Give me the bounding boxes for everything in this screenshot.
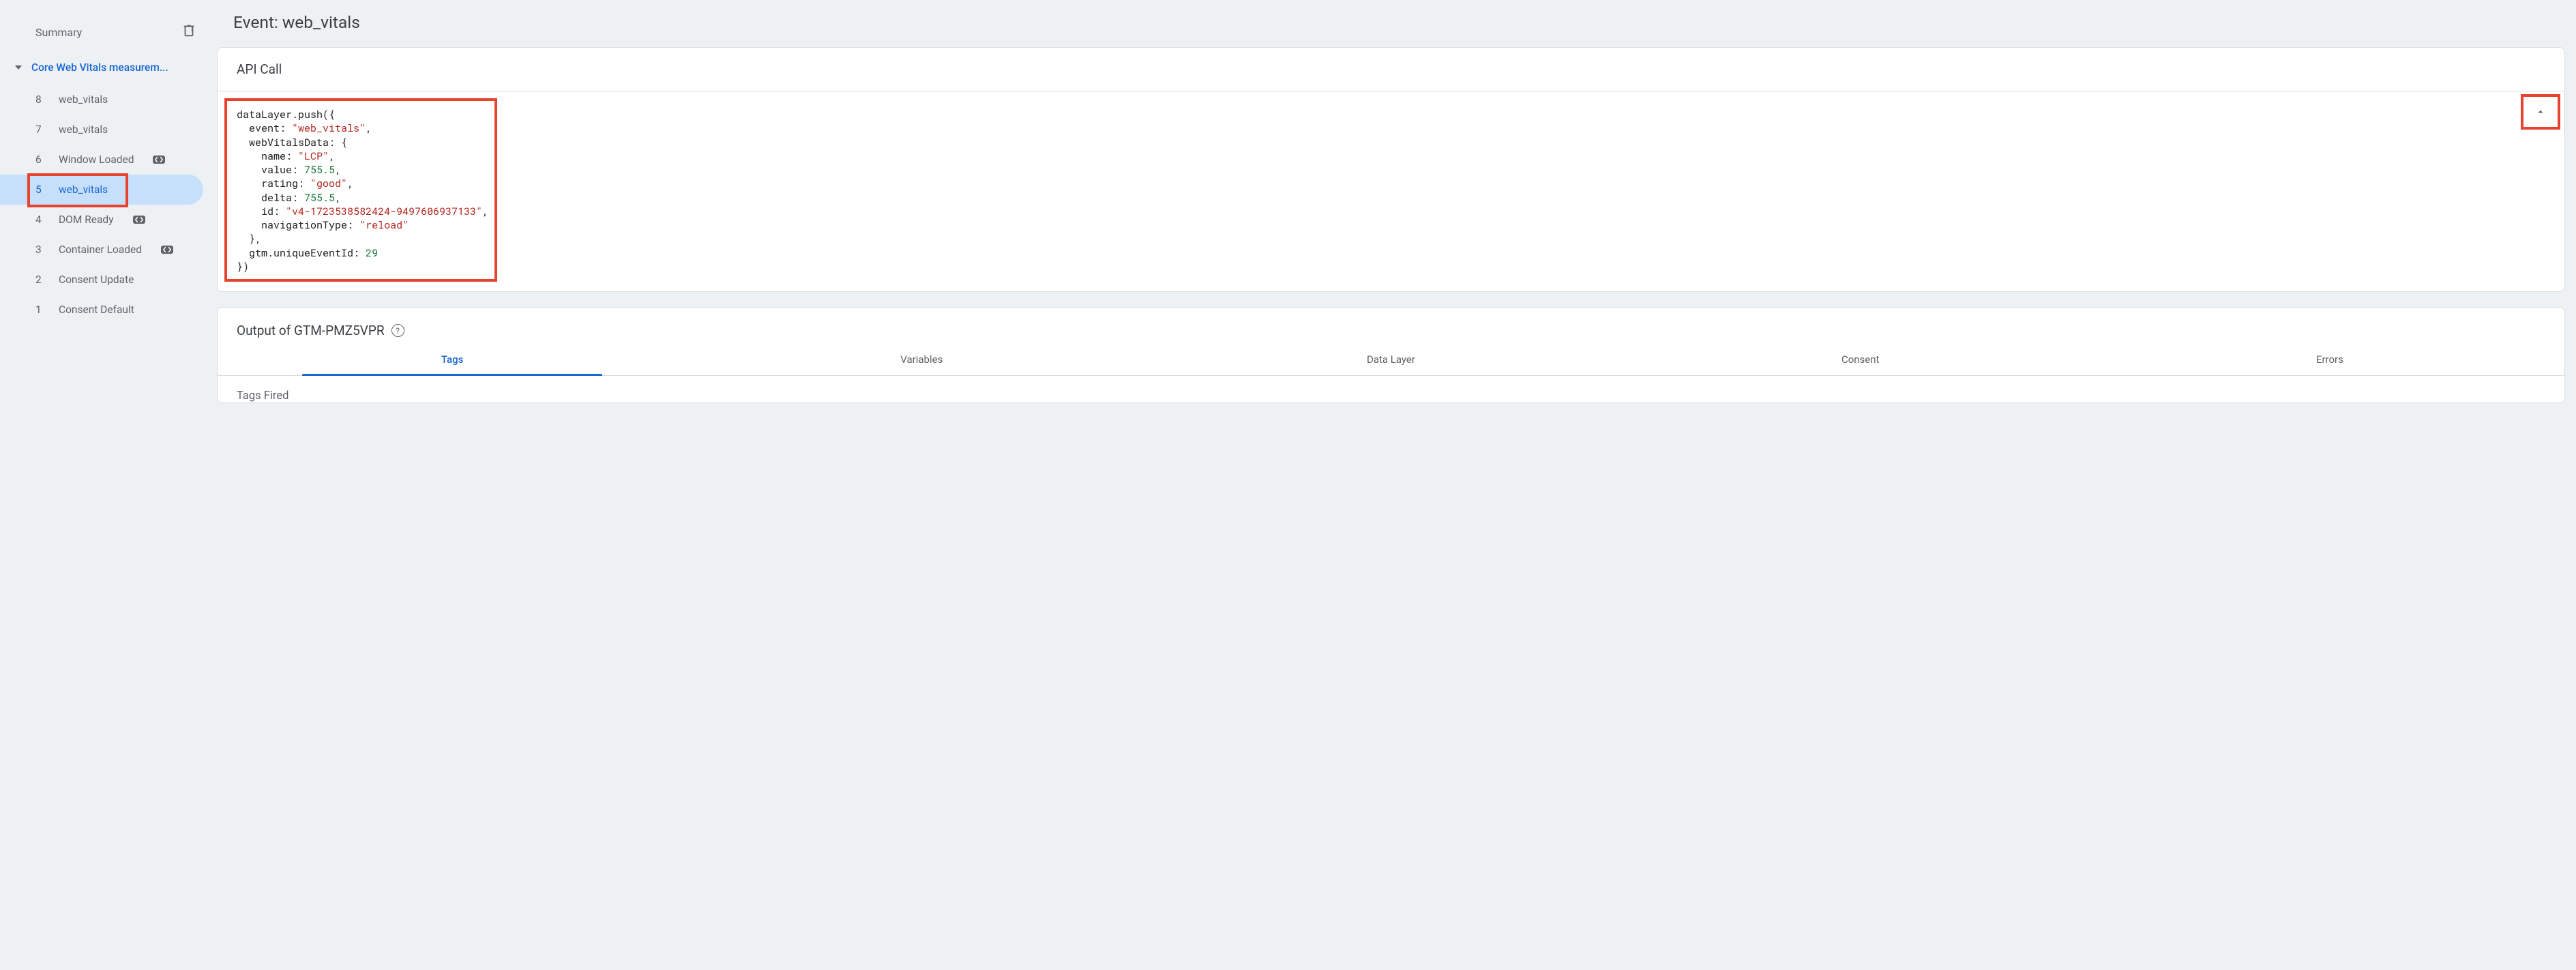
api-call-card: API Call dataLayer.push({ event: "web_vi… (217, 47, 2565, 292)
chevron-up-icon (2534, 106, 2547, 118)
tab-tags[interactable]: Tags (218, 345, 687, 375)
tab-variables[interactable]: Variables (687, 345, 1156, 375)
main-panel: Event: web_vitals API Call dataLayer.pus… (211, 0, 2576, 970)
event-title: Event: web_vitals (233, 12, 2565, 32)
code-badge-icon (153, 156, 165, 164)
sidebar-group[interactable]: Core Web Vitals measurem... (0, 55, 211, 80)
event-label: web_vitals (59, 93, 108, 106)
event-num: 7 (35, 123, 44, 136)
event-item-4[interactable]: 4 DOM Ready (0, 205, 203, 235)
event-label: Consent Update (59, 274, 134, 286)
event-item-6[interactable]: 6 Window Loaded (0, 145, 203, 175)
event-num: 6 (35, 153, 44, 166)
tags-fired-heading: Tags Fired (218, 376, 2564, 402)
event-label: web_vitals (59, 123, 108, 136)
event-label: Consent Default (59, 304, 134, 316)
event-item-3[interactable]: 3 Container Loaded (0, 235, 203, 265)
api-call-header: API Call (218, 48, 2564, 91)
event-num: 2 (35, 274, 44, 286)
event-item-2[interactable]: 2 Consent Update (0, 265, 203, 295)
event-label: Container Loaded (59, 244, 142, 256)
output-card: Output of GTM-PMZ5VPR ? Tags Variables D… (217, 307, 2565, 403)
summary-header: Summary (0, 19, 211, 45)
event-list: 8 web_vitals 7 web_vitals 6 Window Loade… (0, 85, 211, 325)
event-label: Window Loaded (59, 153, 134, 166)
event-item-1[interactable]: 1 Consent Default (0, 295, 203, 325)
event-num: 4 (35, 214, 44, 226)
chevron-down-icon (15, 64, 22, 71)
tab-data-layer[interactable]: Data Layer (1156, 345, 1625, 375)
event-num: 8 (35, 93, 44, 106)
event-num: 5 (35, 183, 44, 196)
tab-errors[interactable]: Errors (2095, 345, 2564, 375)
clear-all-icon[interactable] (181, 23, 196, 41)
event-num: 1 (35, 304, 44, 316)
api-call-code: dataLayer.push({ event: "web_vitals", we… (237, 108, 485, 274)
event-item-7[interactable]: 7 web_vitals (0, 115, 203, 145)
sidebar-group-title: Core Web Vitals measurem... (31, 61, 168, 74)
help-icon[interactable]: ? (391, 324, 404, 337)
event-num: 3 (35, 244, 44, 256)
output-header: Output of GTM-PMZ5VPR (237, 323, 385, 338)
code-badge-icon (161, 246, 173, 254)
event-item-5[interactable]: 5 web_vitals (0, 175, 203, 205)
event-label: DOM Ready (59, 214, 114, 226)
output-tabs: Tags Variables Data Layer Consent Errors (218, 345, 2564, 376)
api-call-code-highlight: dataLayer.push({ event: "web_vitals", we… (224, 98, 497, 282)
event-label: web_vitals (59, 183, 108, 196)
code-badge-icon (133, 216, 145, 224)
collapse-button[interactable] (2521, 94, 2560, 130)
tab-consent[interactable]: Consent (1626, 345, 2095, 375)
summary-label: Summary (35, 26, 82, 39)
event-item-8[interactable]: 8 web_vitals (0, 85, 203, 115)
sidebar: Summary Core Web Vitals measurem... 8 we… (0, 0, 211, 970)
